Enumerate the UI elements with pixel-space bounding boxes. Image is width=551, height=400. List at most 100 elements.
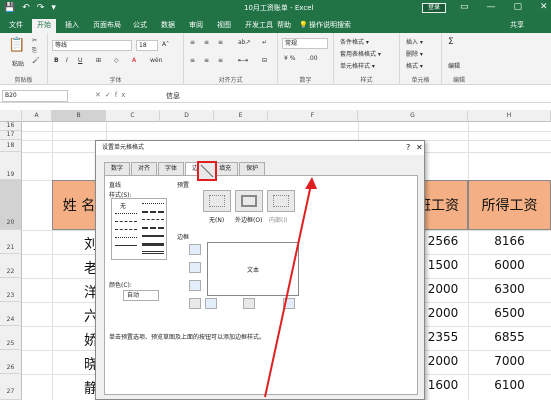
decimal-icon[interactable]: .00 xyxy=(308,55,318,62)
tab-protection[interactable]: 保护 xyxy=(239,162,266,175)
dialog-help-icon[interactable]: ? xyxy=(406,143,410,152)
h-cell[interactable]: 6500 xyxy=(468,306,551,320)
tab-data[interactable]: 数据 xyxy=(156,19,180,33)
border-center-button[interactable] xyxy=(243,298,255,309)
border-middle-button[interactable] xyxy=(189,262,201,273)
orientation-icon[interactable]: ab↗ xyxy=(238,39,251,46)
column-header[interactable]: A xyxy=(22,110,52,122)
line-style-option[interactable] xyxy=(142,211,164,213)
number-format-select[interactable]: 常规 xyxy=(282,38,328,49)
g-cell[interactable]: 2355 xyxy=(418,330,468,344)
header-cell-h[interactable]: 所得工资 xyxy=(468,180,551,230)
formula-buttons[interactable]: ✕✓fx xyxy=(95,91,129,99)
autosum-icon[interactable]: Σ xyxy=(448,37,454,47)
line-style-option[interactable] xyxy=(115,229,137,230)
h-cell[interactable]: 7000 xyxy=(468,354,551,368)
h-cell[interactable]: 6100 xyxy=(468,378,551,392)
border-color-select[interactable]: 自动 xyxy=(123,290,159,301)
align-center-icon[interactable]: ≡ xyxy=(204,57,209,64)
line-style-none[interactable]: 无 xyxy=(120,201,126,210)
line-style-option[interactable] xyxy=(115,237,137,238)
indent-icon[interactable]: ⇤⇥ xyxy=(238,57,248,64)
tab-page-layout[interactable]: 页面布局 xyxy=(88,19,126,33)
row-header[interactable]: 18 xyxy=(0,140,22,152)
undo-icon[interactable]: ↶ xyxy=(22,3,30,13)
line-style-option[interactable] xyxy=(142,227,164,229)
g-cell[interactable]: 1500 xyxy=(418,258,468,272)
line-style-option[interactable] xyxy=(115,221,137,222)
row-header[interactable]: 20 xyxy=(0,180,22,230)
formula-input[interactable]: 信息 xyxy=(166,91,180,101)
italic-icon[interactable]: I xyxy=(66,57,68,64)
fill-color-icon[interactable]: ◇ xyxy=(114,57,119,64)
paste-button[interactable]: 粘贴 xyxy=(12,59,24,68)
cell-styles-button[interactable]: 单元格样式 ▾ xyxy=(340,61,375,70)
h-cell[interactable]: 6300 xyxy=(468,282,551,296)
conditional-format-button[interactable]: 条件格式 ▾ xyxy=(340,37,369,46)
wrap-text-icon[interactable]: ↵ xyxy=(262,39,267,46)
align-bottom-icon[interactable]: ≡ xyxy=(218,39,223,46)
font-name-select[interactable]: 等线 xyxy=(52,40,132,51)
format-as-table-button[interactable]: 套用表格格式 ▾ xyxy=(340,49,381,58)
line-style-option[interactable] xyxy=(142,251,164,254)
diagonal-up-button[interactable] xyxy=(189,298,201,309)
format-cells-button[interactable]: 格式 ▾ xyxy=(406,61,423,70)
h-cell[interactable]: 6000 xyxy=(468,258,551,272)
paste-icon[interactable]: 📋 xyxy=(8,37,25,53)
column-header[interactable]: B xyxy=(52,110,106,122)
row-header[interactable]: 21 xyxy=(0,230,22,254)
select-all-corner[interactable] xyxy=(0,110,22,122)
grow-font-icon[interactable]: A˄ xyxy=(162,41,169,48)
line-style-option[interactable] xyxy=(142,219,164,220)
row-header[interactable]: 26 xyxy=(0,350,22,374)
tab-view[interactable]: 视图 xyxy=(212,19,236,33)
tell-me-search[interactable]: 操作说明搜索 xyxy=(304,19,356,33)
row-header[interactable]: 23 xyxy=(0,278,22,302)
row-header[interactable]: 22 xyxy=(0,254,22,278)
border-top-button[interactable] xyxy=(189,244,201,255)
preset-none-button[interactable] xyxy=(203,190,231,212)
line-style-option[interactable] xyxy=(142,235,164,237)
line-style-option[interactable] xyxy=(115,245,137,246)
tab-alignment[interactable]: 对齐 xyxy=(131,162,158,175)
tab-insert[interactable]: 插入 xyxy=(60,19,84,33)
tab-help[interactable]: 帮助 xyxy=(272,19,296,33)
merge-icon[interactable]: ⊟ xyxy=(262,57,267,64)
row-header[interactable]: 25 xyxy=(0,326,22,350)
g-cell[interactable]: 2566 xyxy=(418,234,468,248)
column-header[interactable]: F xyxy=(268,110,358,122)
g-cell[interactable]: 2000 xyxy=(418,354,468,368)
row-header[interactable]: 24 xyxy=(0,302,22,326)
customize-qat-icon[interactable]: ▾ xyxy=(51,3,56,13)
column-header[interactable]: C xyxy=(106,110,160,122)
line-style-option[interactable] xyxy=(142,243,164,246)
tab-home[interactable]: 开始 xyxy=(32,19,56,33)
h-cell[interactable]: 6855 xyxy=(468,330,551,344)
dialog-close-icon[interactable]: ✕ xyxy=(416,143,423,152)
h-cell[interactable]: 8166 xyxy=(468,234,551,248)
bold-icon[interactable]: B xyxy=(54,57,59,64)
column-header[interactable]: G xyxy=(358,110,468,122)
border-left-button[interactable] xyxy=(205,298,217,309)
row-header[interactable]: 27 xyxy=(0,374,22,400)
column-header[interactable]: E xyxy=(214,110,268,122)
align-middle-icon[interactable]: ≡ xyxy=(204,39,209,46)
row-header[interactable]: 16 xyxy=(0,122,22,131)
g-cell[interactable]: 2000 xyxy=(418,282,468,296)
align-right-icon[interactable]: ≡ xyxy=(218,57,223,64)
line-style-list[interactable]: 无 xyxy=(111,198,167,260)
tab-formulas[interactable]: 公式 xyxy=(128,19,152,33)
tab-font[interactable]: 字体 xyxy=(158,162,185,175)
align-left-icon[interactable]: ≡ xyxy=(190,57,195,64)
close-icon[interactable]: ✕ xyxy=(540,2,548,12)
underline-icon[interactable]: U xyxy=(78,57,82,64)
login-button[interactable]: 登录 xyxy=(422,3,446,13)
tab-review[interactable]: 审阅 xyxy=(184,19,208,33)
minimize-icon[interactable]: — xyxy=(487,2,496,12)
column-header[interactable]: H xyxy=(468,110,551,122)
preset-outline-button[interactable] xyxy=(235,190,263,212)
editing-button[interactable]: 编辑 xyxy=(448,61,460,70)
diagonal-down-button-highlighted[interactable] xyxy=(197,161,217,181)
line-style-option[interactable] xyxy=(142,203,164,204)
line-style-option[interactable] xyxy=(115,213,137,214)
